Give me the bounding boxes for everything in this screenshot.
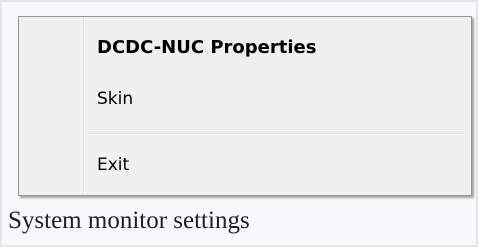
figure-caption: System monitor settings bbox=[8, 207, 250, 234]
context-menu: DCDC-NUC Properties Skin Exit bbox=[18, 16, 472, 196]
menu-icon-gutter bbox=[19, 17, 84, 195]
menu-item-properties[interactable]: DCDC-NUC Properties bbox=[97, 37, 316, 58]
menu-item-skin[interactable]: Skin bbox=[97, 89, 133, 109]
menu-separator bbox=[87, 133, 465, 134]
thumbnail-frame: DCDC-NUC Properties Skin Exit System mon… bbox=[0, 0, 478, 247]
menu-item-exit[interactable]: Exit bbox=[97, 155, 129, 175]
